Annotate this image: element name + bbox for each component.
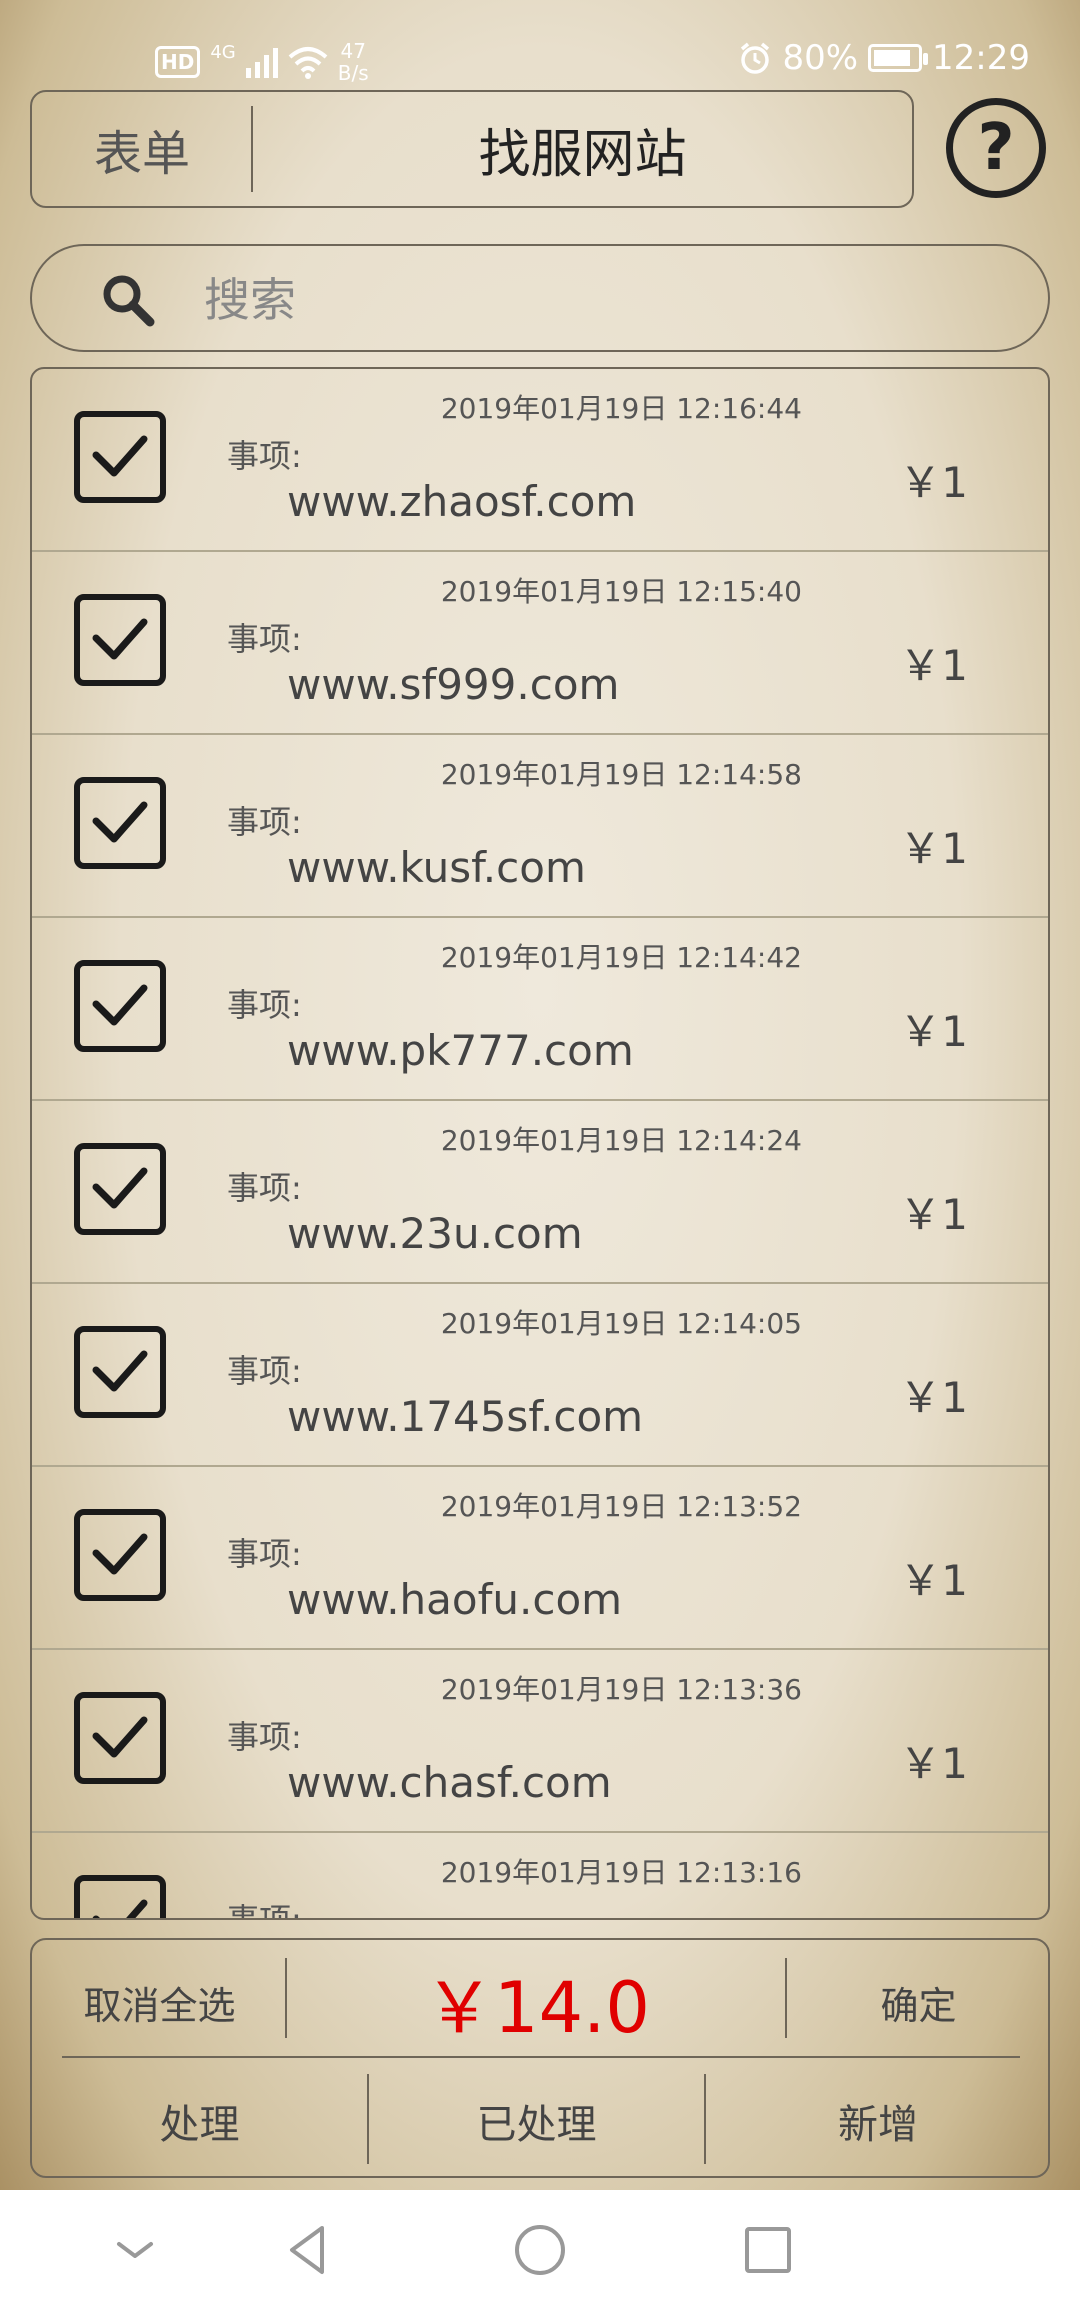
checkbox[interactable]	[74, 1326, 166, 1418]
item-price: ￥1	[899, 1556, 968, 1605]
item-label: 事项:	[227, 803, 302, 841]
item-url: www.kusf.com	[287, 843, 586, 892]
list-item[interactable]: 2019年01月19日 12:13:36 事项: www.chasf.com ￥…	[32, 1650, 1048, 1833]
check-icon	[92, 618, 148, 660]
item-label: 事项:	[227, 437, 302, 475]
checkbox[interactable]	[74, 960, 166, 1052]
tab-processed[interactable]: 已处理	[369, 2066, 704, 2176]
item-label: 事项:	[227, 986, 302, 1024]
item-time: 2019年01月19日 12:13:16	[440, 1856, 802, 1889]
alarm-icon	[741, 42, 770, 74]
item-label: 事项:	[227, 1352, 302, 1390]
item-label: 事项:	[227, 620, 302, 658]
item-url: www.1745sf.com	[287, 1392, 644, 1441]
form-tab[interactable]: 表单	[32, 92, 252, 206]
check-icon	[92, 1533, 148, 1575]
check-icon	[92, 1350, 148, 1392]
tab-add-new[interactable]: 新增	[706, 2066, 1050, 2176]
action-panel: 取消全选 ￥14.0 确定 处理 已处理 新增	[30, 1938, 1050, 2178]
chevron-down-icon[interactable]	[105, 2220, 165, 2280]
check-icon	[92, 1899, 148, 1918]
page-title: 找服网站	[478, 124, 687, 185]
title-bar: 表单 找服网站	[30, 90, 914, 208]
clock: 12:29	[932, 38, 1030, 78]
panel-divider	[62, 2056, 1020, 2058]
item-url: www.zhaosf.com	[287, 477, 637, 526]
item-time: 2019年01月19日 12:14:58	[440, 758, 802, 791]
item-price: ￥1	[899, 1373, 968, 1422]
list-item[interactable]: 2019年01月19日 12:13:16 事项:	[32, 1833, 1048, 1920]
item-url: www.23u.com	[287, 1209, 583, 1258]
check-icon	[92, 1167, 148, 1209]
list-item[interactable]: 2019年01月19日 12:14:05 事项: www.1745sf.com …	[32, 1284, 1048, 1467]
item-price: ￥1	[899, 1190, 968, 1239]
wifi-icon	[288, 47, 328, 79]
check-icon	[92, 435, 148, 477]
item-url: www.chasf.com	[287, 1758, 612, 1807]
item-time: 2019年01月19日 12:13:52	[440, 1490, 802, 1523]
item-label: 事项:	[227, 1901, 302, 1920]
status-right: 80% 12:29	[738, 38, 1030, 78]
item-url: www.sf999.com	[287, 660, 620, 709]
item-label: 事项:	[227, 1169, 302, 1207]
checkbox[interactable]	[74, 411, 166, 503]
tab-process[interactable]: 处理	[32, 2066, 367, 2176]
item-price: ￥1	[899, 458, 968, 507]
checkbox[interactable]	[74, 1692, 166, 1784]
speed-unit: B/s	[337, 61, 369, 85]
help-symbol: ?	[977, 111, 1015, 185]
item-price: ￥1	[899, 824, 968, 873]
network-speed: 47 B/s	[338, 40, 369, 84]
total-amount: ￥14.0	[424, 1966, 650, 2049]
speed-value: 47	[340, 39, 366, 63]
item-price: ￥1	[899, 641, 968, 690]
cancel-all-button[interactable]: 取消全选	[32, 1940, 287, 2064]
checkbox[interactable]	[74, 1875, 166, 1918]
item-time: 2019年01月19日 12:14:24	[440, 1124, 802, 1157]
status-left: HD 4G 47 B/s	[155, 40, 369, 84]
search-bar	[30, 244, 1050, 352]
help-icon[interactable]: ?	[946, 98, 1046, 198]
check-icon	[92, 984, 148, 1026]
list-item[interactable]: 2019年01月19日 12:14:42 事项: www.pk777.com ￥…	[32, 918, 1048, 1101]
item-time: 2019年01月19日 12:14:05	[440, 1307, 802, 1340]
checkbox[interactable]	[74, 777, 166, 869]
list-item[interactable]: 2019年01月19日 12:14:58 事项: www.kusf.com ￥1	[32, 735, 1048, 918]
list-item[interactable]: 2019年01月19日 12:14:24 事项: www.23u.com ￥1	[32, 1101, 1048, 1284]
list-item[interactable]: 2019年01月19日 12:16:44 事项: www.zhaosf.com …	[32, 369, 1048, 552]
item-label: 事项:	[227, 1535, 302, 1573]
item-time: 2019年01月19日 12:15:40	[440, 575, 802, 608]
signal-icon	[245, 46, 278, 78]
list-item[interactable]: 2019年01月19日 12:13:52 事项: www.haofu.com ￥…	[32, 1467, 1048, 1650]
item-time: 2019年01月19日 12:16:44	[440, 392, 802, 425]
home-icon[interactable]	[510, 2220, 570, 2280]
checkbox[interactable]	[74, 1509, 166, 1601]
battery-icon	[868, 44, 929, 72]
item-time: 2019年01月19日 12:14:42	[440, 941, 802, 974]
item-url: www.pk777.com	[287, 1026, 634, 1075]
checkbox[interactable]	[74, 1143, 166, 1235]
battery-percent: 80%	[782, 38, 859, 78]
list-item[interactable]: 2019年01月19日 12:15:40 事项: www.sf999.com ￥…	[32, 552, 1048, 735]
item-price: ￥1	[899, 1739, 968, 1788]
confirm-button[interactable]: 确定	[787, 1940, 1050, 2064]
system-nav-bar	[0, 2190, 1080, 2310]
search-icon	[103, 275, 155, 327]
item-label: 事项:	[227, 1718, 302, 1756]
checkbox[interactable]	[74, 594, 166, 686]
check-icon	[92, 1716, 148, 1758]
item-time: 2019年01月19日 12:13:36	[440, 1673, 802, 1706]
item-url: www.haofu.com	[287, 1575, 623, 1624]
item-list[interactable]: 2019年01月19日 12:16:44 事项: www.zhaosf.com …	[30, 367, 1050, 1920]
back-icon[interactable]	[278, 2220, 338, 2280]
search-input[interactable]	[202, 264, 1006, 336]
recents-icon[interactable]	[738, 2220, 798, 2280]
hd-badge: HD	[155, 46, 201, 78]
status-bar: HD 4G 47 B/s 80% 12:29	[0, 30, 1080, 95]
check-icon	[92, 801, 148, 843]
item-price: ￥1	[899, 1007, 968, 1056]
network-type: 4G	[210, 41, 236, 63]
